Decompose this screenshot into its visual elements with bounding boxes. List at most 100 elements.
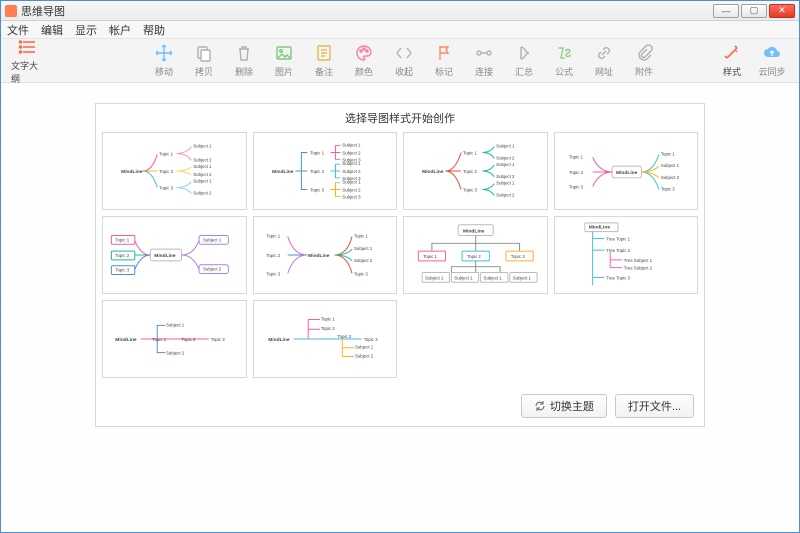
svg-text:Subject 1: Subject 1 — [203, 237, 222, 242]
app-window: 思维导图 — ▢ ✕ 文件 编辑 显示 帐户 帮助 文字大纲 移动 拷贝 删除 … — [0, 0, 800, 533]
menu-account[interactable]: 帐户 — [109, 22, 131, 38]
tool-summary[interactable]: 汇总 — [507, 43, 541, 78]
svg-text:Subject 1: Subject 1 — [342, 180, 361, 185]
template-card[interactable]: MindLine Topic 1Topic 2Topic 3 Subject 1… — [253, 132, 398, 210]
svg-text:MindLine: MindLine — [308, 253, 330, 259]
svg-text:Topic 3: Topic 3 — [363, 337, 377, 342]
svg-text:Topic 3: Topic 3 — [353, 271, 367, 276]
tool-note[interactable]: 备注 — [307, 43, 341, 78]
svg-text:Subject 2: Subject 2 — [203, 267, 222, 272]
svg-text:Topic 1: Topic 1 — [660, 151, 674, 156]
collapse-icon — [394, 43, 414, 63]
svg-text:Topic 1: Topic 1 — [266, 233, 280, 238]
window-title: 思维导图 — [21, 3, 713, 19]
template-card[interactable]: MindLine Topic 1 Topic 2 Topic 3 Subject… — [403, 216, 548, 294]
svg-text:Subject 2: Subject 2 — [496, 174, 515, 179]
svg-text:Topic 1: Topic 1 — [115, 237, 129, 242]
open-file-button[interactable]: 打开文件... — [615, 394, 694, 418]
refresh-icon — [534, 400, 546, 412]
svg-text:Topic 3: Topic 3 — [310, 187, 324, 192]
template-card[interactable]: MindLine Topic 1 Topic 2 Topic 3 Subject… — [102, 216, 247, 294]
svg-text:Topic 3: Topic 3 — [660, 186, 674, 191]
template-card[interactable]: MindLine Topic 1Topic 2 Subject 1Subject… — [253, 300, 398, 378]
list-icon — [18, 37, 38, 57]
template-card[interactable]: MindLine Topic 1Topic 2Topic 3 Subject 1… — [102, 132, 247, 210]
cloud-icon — [762, 43, 782, 63]
tool-attach[interactable]: 附件 — [627, 43, 661, 78]
template-card[interactable]: MindLine Topic 1Topic 2Topic 3 Topic 1Su… — [253, 216, 398, 294]
svg-text:Topic 3: Topic 3 — [569, 185, 583, 190]
svg-text:MindLine: MindLine — [616, 170, 638, 176]
svg-text:Topic 1: Topic 1 — [353, 233, 367, 238]
template-card[interactable]: MindLine Topic 1Topic 2Topic 3 Topic 1Su… — [554, 132, 699, 210]
tool-collapse[interactable]: 收起 — [387, 43, 421, 78]
close-button[interactable]: ✕ — [769, 4, 795, 18]
move-icon — [154, 43, 174, 63]
tool-move[interactable]: 移动 — [147, 43, 181, 78]
svg-text:Subject 1: Subject 1 — [193, 179, 212, 184]
svg-text:Subject 2: Subject 2 — [353, 258, 372, 263]
switch-theme-button[interactable]: 切换主题 — [521, 394, 607, 418]
tool-color[interactable]: 颜色 — [347, 43, 381, 78]
svg-text:MindLine: MindLine — [588, 225, 610, 231]
tool-url[interactable]: 网址 — [587, 43, 621, 78]
formula-icon — [554, 43, 574, 63]
svg-text:Topic 2: Topic 2 — [310, 169, 324, 174]
window-controls: — ▢ ✕ — [713, 4, 795, 18]
template-grid: MindLine Topic 1 Topic 2 Topic 3 Subject 1… — [96, 130, 704, 386]
tool-link[interactable]: 连接 — [467, 43, 501, 78]
svg-text:Subject 2: Subject 2 — [166, 351, 185, 356]
minimize-button[interactable]: — — [713, 4, 739, 18]
svg-text:Topic 2: Topic 2 — [320, 326, 334, 331]
svg-text:Topic 2: Topic 2 — [467, 254, 481, 259]
wand-icon — [722, 43, 742, 63]
note-icon — [314, 43, 334, 63]
link-icon — [594, 43, 614, 63]
maximize-button[interactable]: ▢ — [741, 4, 767, 18]
svg-text:Subject 2: Subject 2 — [660, 175, 679, 180]
svg-text:Subject 2: Subject 2 — [342, 150, 361, 155]
svg-text:Topic 1: Topic 1 — [463, 150, 477, 155]
menu-view[interactable]: 显示 — [75, 22, 97, 38]
template-card[interactable]: MindLine Topic 1Topic 2Topic 3 Subject 1… — [403, 132, 548, 210]
tool-style[interactable]: 样式 — [715, 43, 749, 78]
svg-text:Subject 1: Subject 1 — [166, 322, 185, 327]
svg-text:Subject 1: Subject 1 — [513, 275, 532, 280]
svg-text:Topic 3: Topic 3 — [511, 254, 525, 259]
menu-edit[interactable]: 编辑 — [41, 22, 63, 38]
menubar: 文件 编辑 显示 帐户 帮助 — [1, 21, 799, 39]
svg-text:Tree Subject 2: Tree Subject 2 — [623, 266, 652, 271]
svg-text:MindLine: MindLine — [268, 337, 290, 343]
connect-icon — [474, 43, 494, 63]
tool-delete[interactable]: 删除 — [227, 43, 261, 78]
svg-text:Topic 1: Topic 1 — [423, 254, 437, 259]
image-icon — [274, 43, 294, 63]
tool-mark[interactable]: 标记 — [427, 43, 461, 78]
app-icon — [5, 5, 17, 17]
svg-text:Subject 2: Subject 2 — [193, 190, 212, 195]
svg-text:Subject 1: Subject 1 — [425, 275, 444, 280]
svg-text:Subject 1: Subject 1 — [353, 246, 372, 251]
svg-text:Topic 1: Topic 1 — [159, 151, 173, 156]
panel-title: 选择导图样式开始创作 — [96, 104, 704, 130]
tool-formula[interactable]: 公式 — [547, 43, 581, 78]
tool-image[interactable]: 图片 — [267, 43, 301, 78]
menu-help[interactable]: 帮助 — [143, 22, 165, 38]
svg-text:Subject 2: Subject 2 — [193, 157, 212, 162]
menu-file[interactable]: 文件 — [7, 22, 29, 38]
svg-text:Subject 2: Subject 2 — [342, 169, 361, 174]
tool-sync[interactable]: 云同步 — [755, 43, 789, 78]
svg-text:Topic 3: Topic 3 — [159, 186, 173, 191]
template-card[interactable]: MindLine Tree Topic 1 Tree Topic 2 Tree … — [554, 216, 699, 294]
svg-text:Tree Topic 3: Tree Topic 3 — [606, 275, 630, 280]
trash-icon — [234, 43, 254, 63]
tool-outline[interactable]: 文字大纲 — [11, 37, 45, 85]
svg-text:Topic 3: Topic 3 — [115, 268, 129, 273]
panel-footer: 切换主题 打开文件... — [96, 386, 704, 426]
template-card[interactable]: MindLine Subject 1Subject 2 Topic 1Topic… — [102, 300, 247, 378]
svg-text:Topic 1: Topic 1 — [569, 154, 583, 159]
svg-text:Subject 1: Subject 1 — [496, 144, 515, 149]
svg-text:MindLine: MindLine — [272, 169, 294, 175]
tool-copy[interactable]: 拷贝 — [187, 43, 221, 78]
svg-text:MindLine: MindLine — [422, 169, 444, 175]
